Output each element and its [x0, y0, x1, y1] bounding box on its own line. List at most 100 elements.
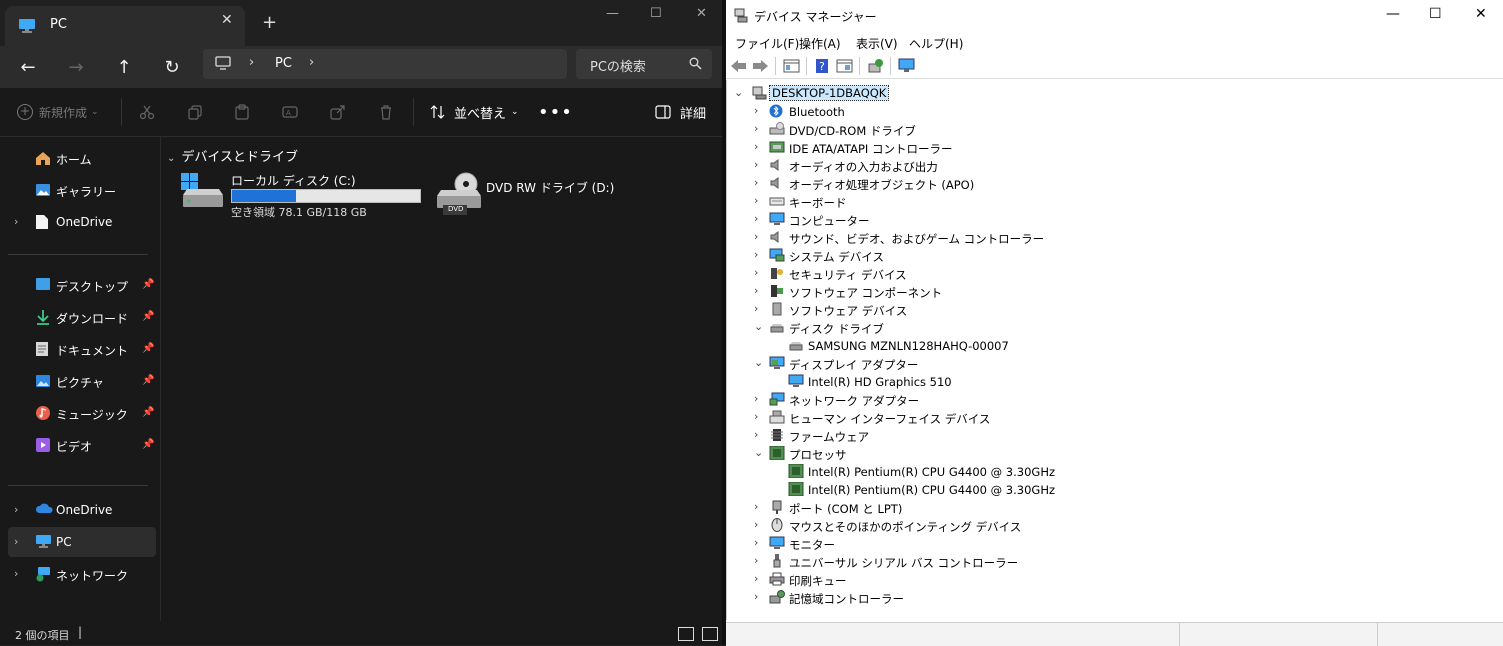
delete-button[interactable] [378, 100, 394, 124]
tree-device[interactable]: Intel(R) Pentium(R) CPU G4400 @ 3.30GHz [727, 481, 1487, 499]
chevron-right-icon[interactable]: › [754, 392, 758, 405]
refresh-button[interactable]: ↻ [159, 54, 185, 80]
new-button[interactable]: + 新規作成 ⌄ [17, 100, 99, 124]
share-button[interactable] [330, 100, 346, 124]
tree-category[interactable]: › ヒューマン インターフェイス デバイス [727, 409, 1487, 427]
scan-hardware-icon[interactable] [867, 58, 884, 74]
tree-category[interactable]: › ソフトウェア デバイス [727, 301, 1487, 319]
tree-category[interactable]: › サウンド、ビデオ、およびゲーム コントローラー [727, 229, 1487, 247]
chevron-right-icon[interactable]: › [14, 503, 18, 516]
details-pane-button[interactable]: 詳細 [655, 100, 706, 124]
tree-category[interactable]: › モニター [727, 535, 1487, 553]
maximize-button[interactable]: ☐ [650, 6, 662, 21]
paste-button[interactable] [234, 100, 250, 124]
forward-arrow-icon[interactable] [752, 58, 769, 74]
sidebar-item-network[interactable]: › ネットワーク [8, 559, 156, 589]
tree-category[interactable]: › 記憶域コントローラー [727, 589, 1487, 607]
tree-category[interactable]: › オーディオの入力および出力 [727, 157, 1487, 175]
maximize-button[interactable]: ☐ [1429, 6, 1442, 22]
chevron-right-icon[interactable]: › [754, 140, 758, 153]
pin-icon[interactable]: 📌 [142, 343, 154, 354]
sidebar-item-onedrive-personal[interactable]: › OneDrive [8, 207, 156, 237]
devices-and-drives-header[interactable]: ⌄ デバイスとドライブ [167, 146, 298, 165]
more-options-button[interactable]: ••• [538, 100, 573, 124]
cut-button[interactable] [139, 100, 155, 124]
tree-category[interactable]: ⌄ ディスク ドライブ [727, 319, 1487, 337]
pin-icon[interactable]: 📌 [142, 439, 154, 450]
close-window-button[interactable]: ✕ [1475, 6, 1487, 22]
sort-button[interactable]: 並べ替え ⌄ [430, 100, 519, 124]
chevron-down-icon[interactable]: ⌄ [754, 446, 763, 459]
tree-category[interactable]: › システム デバイス [727, 247, 1487, 265]
tree-category[interactable]: › ネットワーク アダプター [727, 391, 1487, 409]
chevron-right-icon[interactable]: › [754, 284, 758, 297]
tree-category[interactable]: › ファームウェア [727, 427, 1487, 445]
minimize-button[interactable]: — [1386, 6, 1400, 22]
sidebar-item-pc[interactable]: › PC [8, 527, 156, 557]
tree-category[interactable]: › オーディオ処理オブジェクト (APO) [727, 175, 1487, 193]
sidebar-item-music[interactable]: ミュージック 📌 [8, 398, 156, 428]
sidebar-item-gallery[interactable]: ギャラリー [8, 175, 156, 205]
search-box[interactable]: PCの検索 [576, 49, 712, 79]
chevron-right-icon[interactable]: › [754, 302, 758, 315]
sidebar-item-documents[interactable]: ドキュメント 📌 [8, 334, 156, 364]
chevron-right-icon[interactable]: › [14, 215, 18, 228]
minimize-button[interactable]: — [606, 6, 619, 21]
chevron-right-icon[interactable]: › [14, 535, 18, 548]
pin-icon[interactable]: 📌 [142, 279, 154, 290]
tree-device[interactable]: Intel(R) Pentium(R) CPU G4400 @ 3.30GHz [727, 463, 1487, 481]
copy-button[interactable] [187, 100, 203, 124]
tree-root-computer[interactable]: ⌄ DESKTOP-1DBAQQK [727, 85, 1487, 103]
show-hide-console-tree-icon[interactable] [783, 58, 800, 74]
chevron-right-icon[interactable]: › [754, 518, 758, 531]
tab-pc[interactable]: PC ✕ [5, 6, 245, 46]
chevron-right-icon[interactable]: › [754, 158, 758, 171]
tab-close-button[interactable]: ✕ [221, 12, 233, 28]
sidebar-item-videos[interactable]: ビデオ 📌 [8, 430, 156, 460]
chevron-right-icon[interactable]: › [754, 176, 758, 189]
tree-category[interactable]: › Bluetooth [727, 103, 1487, 121]
up-button[interactable]: ↑ [111, 54, 137, 80]
sidebar-item-desktop[interactable]: デスクトップ 📌 [8, 270, 156, 300]
menu-help[interactable]: ヘルプ(H) [909, 35, 963, 52]
breadcrumb-pc[interactable]: PC [275, 56, 292, 71]
chevron-down-icon[interactable]: ⌄ [754, 356, 763, 369]
tree-category[interactable]: › DVD/CD-ROM ドライブ [727, 121, 1487, 139]
chevron-down-icon[interactable]: ⌄ [754, 320, 763, 333]
chevron-right-icon[interactable]: › [754, 410, 758, 423]
tree-category[interactable]: › キーボード [727, 193, 1487, 211]
pin-icon[interactable]: 📌 [142, 407, 154, 418]
tree-category[interactable]: › コンピューター [727, 211, 1487, 229]
tree-category[interactable]: › IDE ATA/ATAPI コントローラー [727, 139, 1487, 157]
chevron-right-icon[interactable]: › [754, 230, 758, 243]
sidebar-item-home[interactable]: ホーム [8, 143, 156, 173]
chevron-right-icon[interactable]: › [754, 536, 758, 549]
large-icons-view-button[interactable] [702, 627, 718, 641]
tree-category[interactable]: › ポート (COM と LPT) [727, 499, 1487, 517]
chevron-right-icon[interactable]: › [754, 248, 758, 261]
chevron-right-icon[interactable]: › [754, 572, 758, 585]
chevron-right-icon[interactable]: › [754, 122, 758, 135]
tree-category[interactable]: › 印刷キュー [727, 571, 1487, 589]
chevron-right-icon[interactable]: › [754, 212, 758, 225]
sidebar-item-onedrive[interactable]: › OneDrive [8, 495, 156, 525]
chevron-right-icon[interactable]: › [754, 500, 758, 513]
chevron-right-icon[interactable]: › [754, 104, 758, 117]
tree-device[interactable]: SAMSUNG MZNLN128HAHQ-00007 [727, 337, 1487, 355]
tree-category[interactable]: › マウスとそのほかのポインティング デバイス [727, 517, 1487, 535]
rename-button[interactable]: A [282, 100, 298, 124]
chevron-right-icon[interactable]: › [14, 567, 18, 580]
sidebar-item-downloads[interactable]: ダウンロード 📌 [8, 302, 156, 332]
pin-icon[interactable]: 📌 [142, 311, 154, 322]
close-window-button[interactable]: ✕ [696, 6, 707, 21]
tree-category[interactable]: ⌄ ディスプレイ アダプター [727, 355, 1487, 373]
menu-view[interactable]: 表示(V) [856, 35, 898, 52]
update-driver-monitor-icon[interactable] [898, 58, 915, 74]
new-tab-button[interactable]: + [262, 12, 277, 33]
menu-action[interactable]: 操作(A) [799, 35, 841, 52]
sidebar-item-pictures[interactable]: ピクチャ 📌 [8, 366, 156, 396]
back-button[interactable]: ← [15, 54, 41, 80]
forward-button[interactable]: → [63, 54, 89, 80]
chevron-down-icon[interactable]: ⌄ [734, 86, 743, 99]
tree-category[interactable]: › ソフトウェア コンポーネント [727, 283, 1487, 301]
